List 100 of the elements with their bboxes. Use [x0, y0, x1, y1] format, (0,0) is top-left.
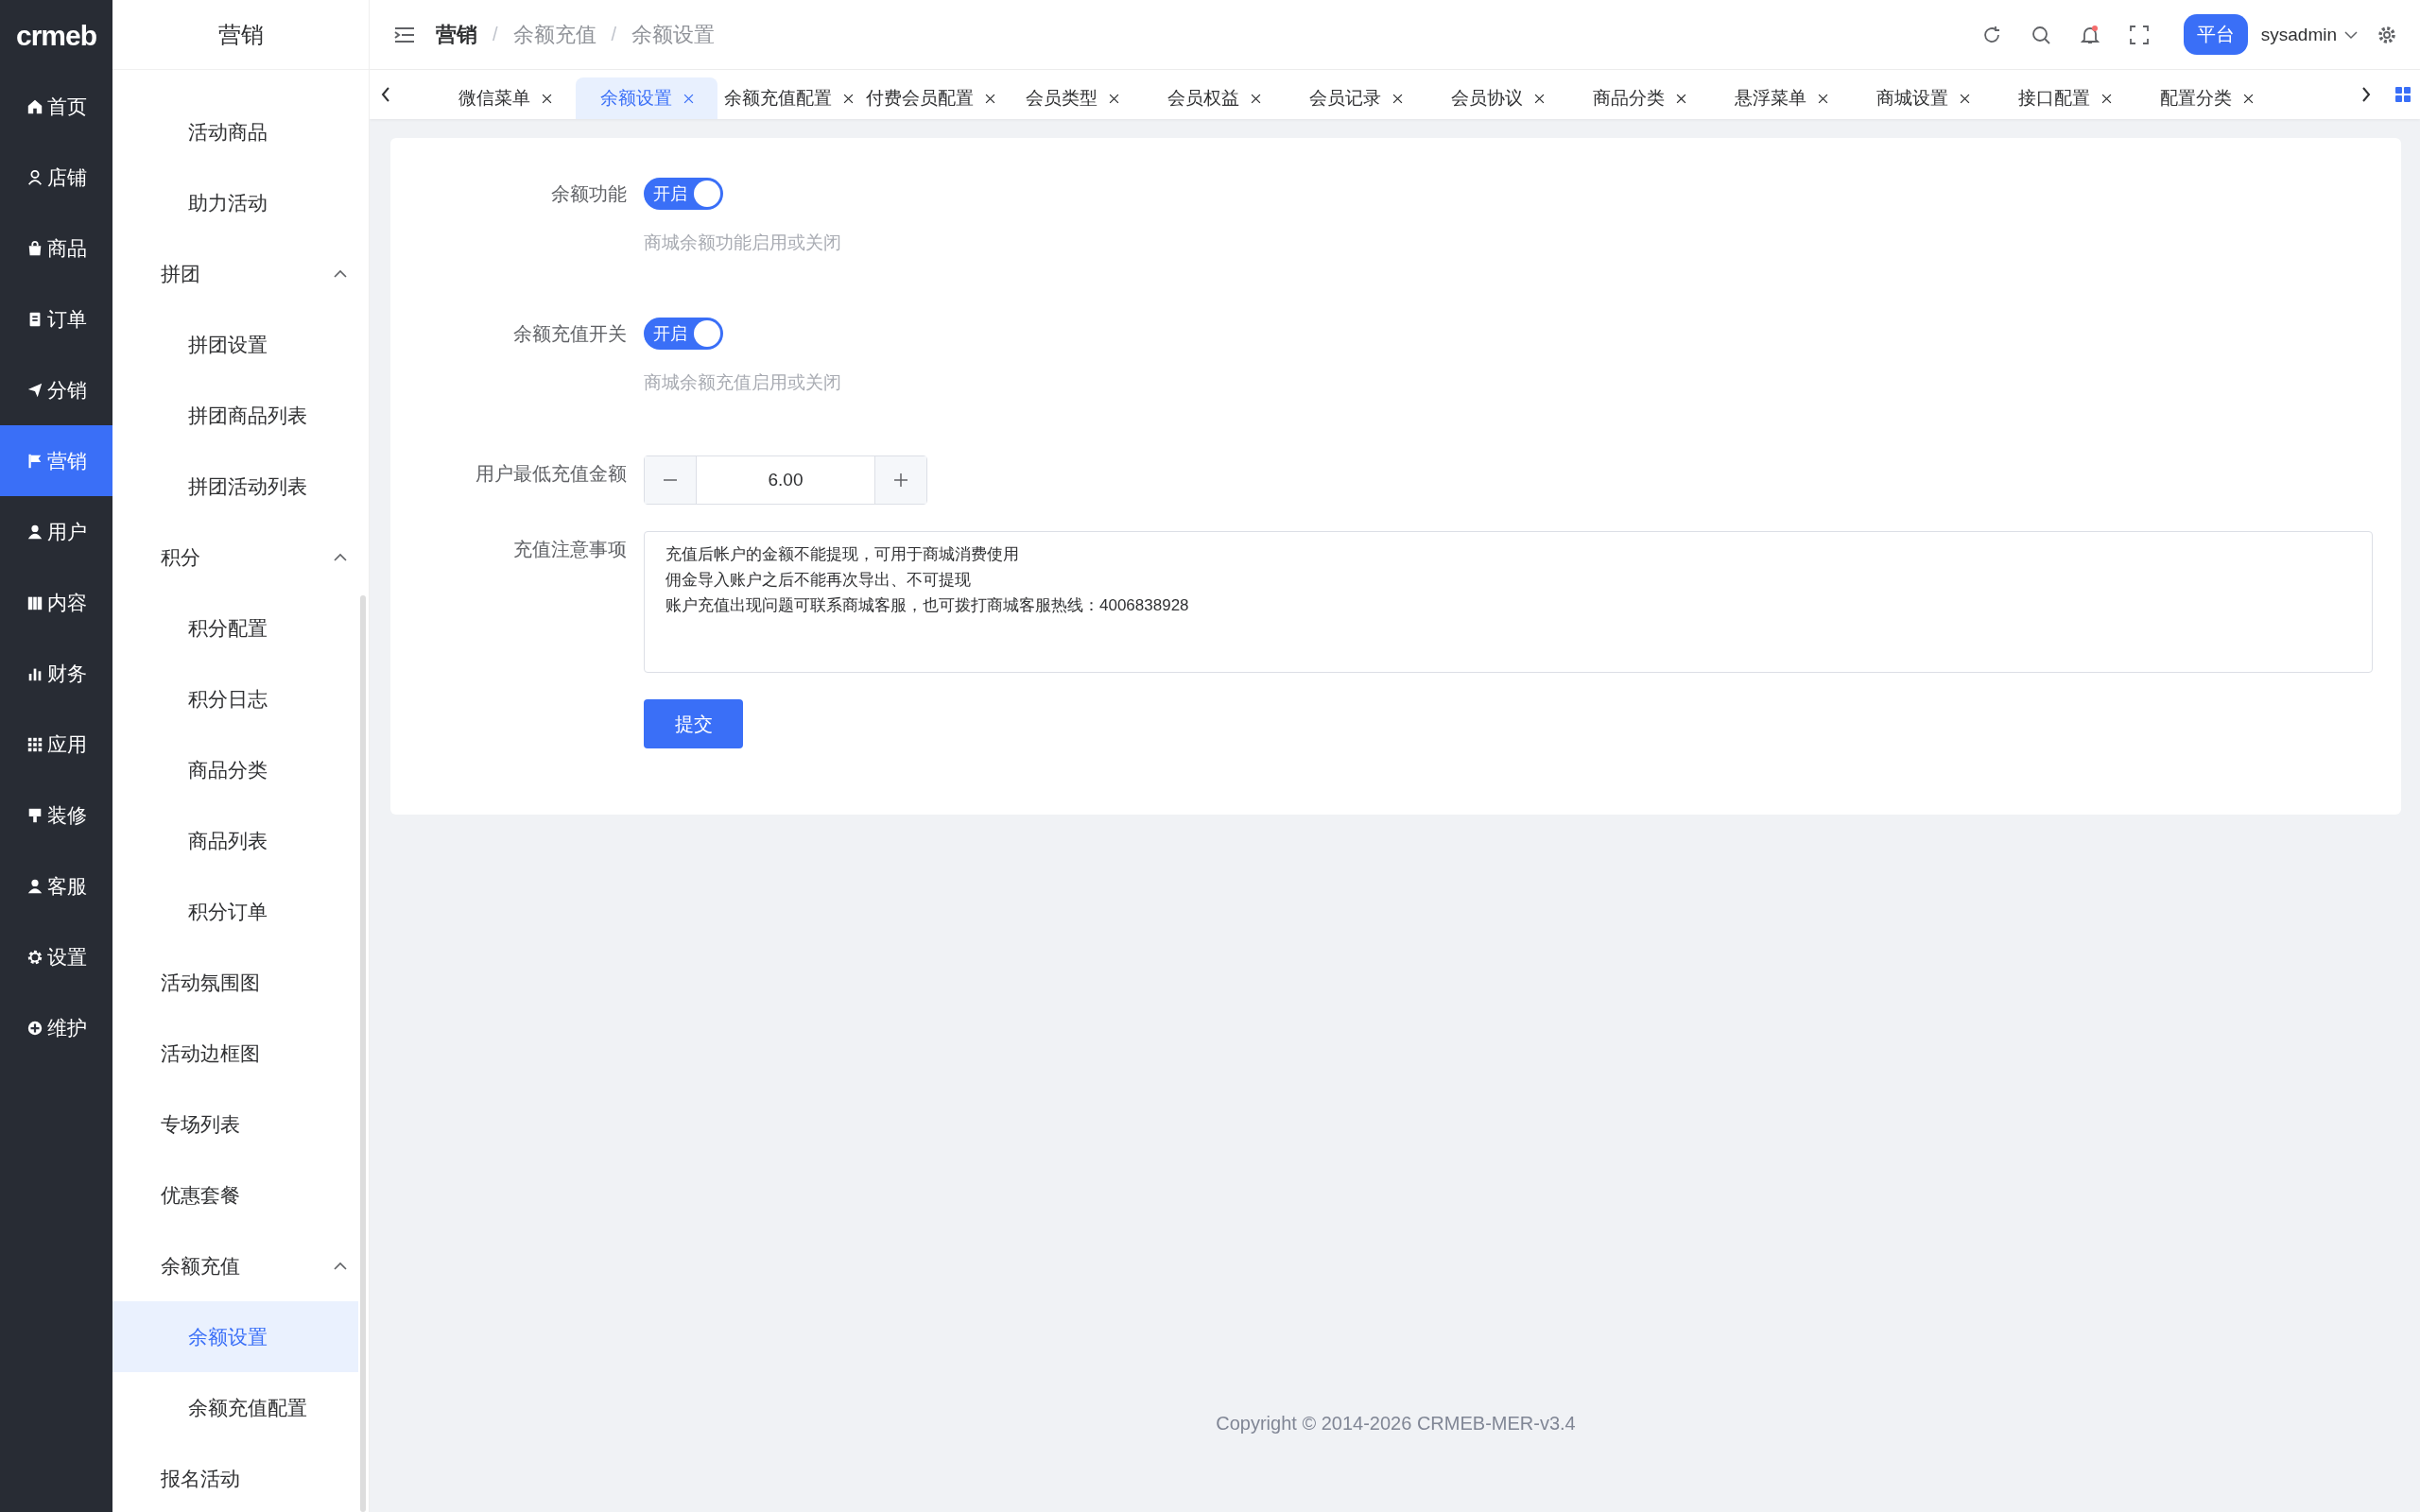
menu-item[interactable]: 专场列表	[112, 1089, 369, 1160]
grid-icon[interactable]	[2395, 87, 2411, 102]
flag-icon	[26, 452, 43, 470]
menu-item[interactable]: 积分日志	[112, 663, 369, 734]
nav-item[interactable]: 订单	[0, 284, 112, 354]
tab[interactable]: 付费会员配置	[859, 77, 1001, 119]
menu-item[interactable]: 报名活动	[112, 1443, 369, 1512]
menu-group[interactable]: 拼团	[112, 238, 369, 309]
chevron-left-icon[interactable]	[379, 85, 392, 104]
menu-group[interactable]: 积分	[112, 522, 369, 593]
chevron-down-icon[interactable]	[2344, 29, 2358, 40]
tab[interactable]: 余额设置	[576, 77, 717, 119]
field-label: 用户最低充值金额	[475, 463, 627, 484]
menu-group[interactable]: 余额充值	[112, 1230, 369, 1301]
person-icon	[26, 523, 43, 541]
tab[interactable]: 商品分类	[1568, 77, 1710, 119]
toggle-switch[interactable]: 开启	[644, 318, 723, 350]
breadcrumb-item: 余额设置	[631, 21, 716, 48]
menu-item[interactable]: 商品分类	[112, 734, 369, 805]
menu-icon[interactable]	[394, 26, 415, 43]
close-icon[interactable]	[1533, 93, 1545, 104]
nav-item[interactable]: 用户	[0, 496, 112, 567]
close-icon[interactable]	[541, 93, 552, 104]
logo[interactable]: crmeb	[0, 0, 112, 71]
tab[interactable]: 会员权益	[1143, 77, 1285, 119]
close-icon[interactable]	[1108, 93, 1119, 104]
search-icon[interactable]	[2030, 24, 2051, 45]
submit-button[interactable]: 提交	[644, 699, 743, 748]
field-label: 余额功能	[551, 183, 627, 204]
nav-item[interactable]: 内容	[0, 567, 112, 638]
close-icon[interactable]	[842, 93, 854, 104]
caret-icon	[333, 1261, 348, 1271]
grid-icon	[26, 735, 43, 753]
menu-item[interactable]: 商品列表	[112, 805, 369, 876]
menu-item[interactable]: 拼团商品列表	[112, 380, 369, 451]
tab[interactable]: 悬浮菜单	[1710, 77, 1852, 119]
copyright-text: Copyright © 2014-2026 CRMEB-MER-v3.4	[1215, 1413, 1577, 1435]
nav-item[interactable]: 客服	[0, 850, 112, 921]
nav-item[interactable]: 设置	[0, 921, 112, 992]
tab[interactable]: 余额充值配置	[717, 77, 859, 119]
hint-text: 商城余额功能启用或关闭	[644, 232, 842, 254]
hint-text: 商城余额充值启用或关闭	[644, 371, 842, 394]
nav-item[interactable]: 首页	[0, 71, 112, 142]
close-icon[interactable]	[1675, 93, 1686, 104]
person-icon	[26, 168, 43, 186]
menu-item[interactable]: 积分配置	[112, 593, 369, 663]
notes-textarea[interactable]: 充值后帐户的金额不能提现，可用于商城消费使用 佣金导入账户之后不能再次导出、不可提现 账户充值出现问题可联系商城客服，也可拨打商城客服热线：4006838928	[644, 531, 2373, 673]
caret-icon	[333, 268, 348, 279]
toggle-switch[interactable]: 开启	[644, 178, 723, 210]
menu-item[interactable]: 余额充值配置	[112, 1372, 369, 1443]
menu-item[interactable]: 活动氛围图	[112, 947, 369, 1018]
nav-item[interactable]: 分销	[0, 354, 112, 425]
tab[interactable]: 会员类型	[1001, 77, 1143, 119]
menu-item[interactable]: 余额设置	[112, 1301, 358, 1372]
nav-item[interactable]: 商品	[0, 213, 112, 284]
close-icon[interactable]	[984, 93, 995, 104]
breadcrumb-separator: /	[493, 24, 498, 45]
caret-icon	[333, 552, 348, 562]
tab[interactable]: 会员协议	[1426, 77, 1568, 119]
close-icon[interactable]	[1392, 93, 1403, 104]
menu-item[interactable]: 拼团活动列表	[112, 451, 369, 522]
menu-item[interactable]: 助力活动	[112, 167, 369, 238]
nav-item[interactable]: 店铺	[0, 142, 112, 213]
user-menu[interactable]: sysadmin	[2260, 24, 2337, 45]
menu-item[interactable]: 活动边框图	[112, 1018, 369, 1089]
menu-item[interactable]: 积分订单	[112, 876, 369, 947]
tab[interactable]: 商城设置	[1852, 77, 1994, 119]
scrollbar[interactable]	[360, 595, 366, 1512]
breadcrumb-item[interactable]: 营销	[436, 20, 477, 49]
tab[interactable]: 微信菜单	[434, 77, 576, 119]
tab[interactable]: 配置分类	[2135, 77, 2277, 119]
breadcrumb-separator: /	[611, 24, 617, 45]
bell-icon[interactable]	[2079, 24, 2100, 45]
tab[interactable]: 会员记录	[1285, 77, 1426, 119]
plus-icon[interactable]	[892, 472, 909, 489]
field-label: 余额充值开关	[513, 323, 627, 344]
menu-item[interactable]: 活动商品	[112, 96, 369, 167]
fullscreen-icon[interactable]	[2128, 24, 2150, 45]
number-field[interactable]: 6.00	[644, 455, 927, 505]
menu-item[interactable]: 拼团设置	[112, 309, 369, 380]
nav-item[interactable]: 装修	[0, 780, 112, 850]
plus-circle-icon	[26, 1019, 43, 1037]
close-icon[interactable]	[1817, 93, 1828, 104]
tab[interactable]: 接口配置	[1994, 77, 2135, 119]
settings-icon	[26, 948, 43, 966]
close-icon[interactable]	[2242, 93, 2254, 104]
nav-item[interactable]: 应用	[0, 709, 112, 780]
close-icon[interactable]	[2100, 93, 2112, 104]
close-icon[interactable]	[1959, 93, 1970, 104]
settings-icon[interactable]	[2377, 24, 2397, 45]
nav-item[interactable]: 财务	[0, 638, 112, 709]
nav-item[interactable]: 营销	[0, 425, 112, 496]
nav-item[interactable]: 维护	[0, 992, 112, 1063]
chevron-right-icon[interactable]	[2360, 85, 2373, 104]
menu-item[interactable]: 优惠套餐	[112, 1160, 369, 1230]
home-icon	[26, 97, 43, 115]
field-label: 充值注意事项	[513, 539, 627, 559]
person-icon	[26, 877, 43, 895]
platform-button[interactable]: 平台	[2183, 14, 2248, 55]
close-icon[interactable]	[1250, 93, 1261, 104]
